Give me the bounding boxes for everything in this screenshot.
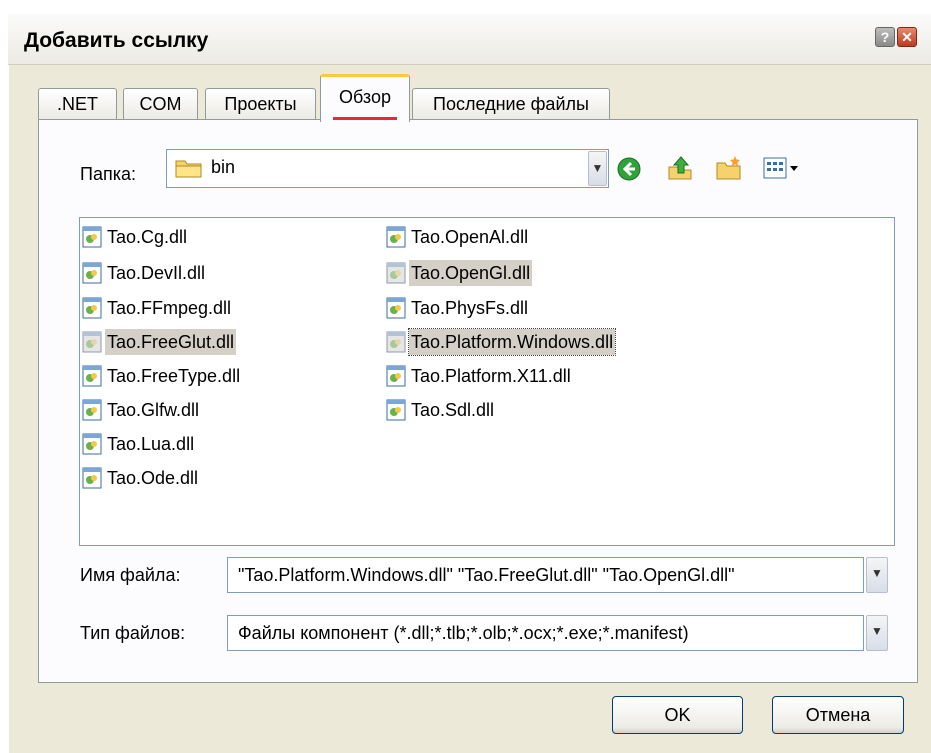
ok-button[interactable]: OK	[612, 696, 743, 734]
dll-file-icon	[82, 467, 102, 489]
browse-panel: Папка: bin ▼ Tao.Cg.dll Tao.DevIl.dll Ta…	[38, 119, 918, 683]
file-name: Tao.PhysFs.dll	[411, 298, 529, 318]
dll-file-icon	[82, 365, 102, 387]
dll-file-icon	[82, 331, 102, 353]
dll-file-icon	[82, 226, 102, 248]
dll-file-icon	[386, 262, 406, 284]
folder-value: bin	[211, 157, 236, 177]
dll-file-icon	[386, 297, 406, 319]
file-name: Tao.Sdl.dll	[411, 400, 495, 420]
filetype-label: Тип файлов:	[80, 623, 186, 643]
new-folder-icon[interactable]	[715, 155, 743, 181]
folder-dropdown-button[interactable]: ▼	[588, 151, 607, 186]
file-name: Tao.OpenAl.dll	[411, 227, 529, 247]
close-button[interactable]: ✕	[897, 27, 917, 47]
file-name: Tao.Platform.X11.dll	[411, 366, 571, 386]
tab-browse-label: Обзор	[339, 87, 391, 107]
dll-file-icon	[386, 331, 406, 353]
file-name: Tao.OpenGl.dll	[409, 260, 533, 286]
dll-file-icon	[82, 433, 102, 455]
file-name: Tao.Cg.dll	[107, 227, 188, 247]
cancel-button[interactable]: Отмена	[772, 696, 904, 734]
dll-file-icon	[386, 226, 406, 248]
dll-file-icon	[82, 399, 102, 421]
file-name: Tao.FreeGlut.dll	[105, 329, 237, 355]
file-name: Tao.FreeType.dll	[107, 366, 241, 386]
back-icon[interactable]	[617, 157, 641, 181]
help-button[interactable]: ?	[875, 27, 895, 47]
file-name: Tao.DevIl.dll	[107, 263, 206, 283]
tab-browse[interactable]: Обзор	[320, 74, 410, 122]
window-title: Добавить ссылку	[24, 29, 209, 52]
tab-com[interactable]: COM	[123, 88, 198, 119]
folder-icon	[175, 160, 202, 178]
folder-combo[interactable]: bin ▼	[166, 149, 609, 188]
dll-file-icon	[82, 262, 102, 284]
file-name: Tao.Lua.dll	[107, 434, 195, 454]
folder-label: Папка:	[80, 164, 136, 184]
dll-file-icon	[82, 297, 102, 319]
file-name: Tao.Ode.dll	[107, 468, 199, 488]
tab-projects[interactable]: Проекты	[205, 88, 316, 119]
title-bar: Добавить ссылку ? ✕	[8, 14, 931, 65]
tab-recent-files[interactable]: Последние файлы	[412, 88, 610, 119]
filename-label: Имя файла:	[80, 565, 181, 585]
dll-file-icon	[386, 365, 406, 387]
view-menu-icon[interactable]	[763, 157, 799, 179]
file-name: Tao.Glfw.dll	[107, 400, 200, 420]
active-tab-underline	[333, 117, 397, 120]
filename-input[interactable]: "Tao.Platform.Windows.dll" "Tao.FreeGlut…	[227, 557, 864, 593]
filetype-dropdown-button[interactable]: ▼	[866, 615, 888, 651]
file-name: Tao.Platform.Windows.dll	[407, 328, 617, 356]
filetype-select[interactable]: Файлы компонент (*.dll;*.tlb;*.olb;*.ocx…	[227, 615, 864, 651]
file-list[interactable]: Tao.Cg.dll Tao.DevIl.dll Tao.FFmpeg.dll …	[79, 217, 895, 546]
dll-file-icon	[386, 399, 406, 421]
file-name: Tao.FFmpeg.dll	[107, 298, 232, 318]
tab-dotnet[interactable]: .NET	[38, 88, 117, 119]
up-folder-icon[interactable]	[667, 155, 693, 181]
add-reference-dialog: Добавить ссылку ? ✕ .NET COM Проекты Обз…	[8, 14, 931, 753]
filename-dropdown-button[interactable]: ▼	[866, 557, 888, 593]
